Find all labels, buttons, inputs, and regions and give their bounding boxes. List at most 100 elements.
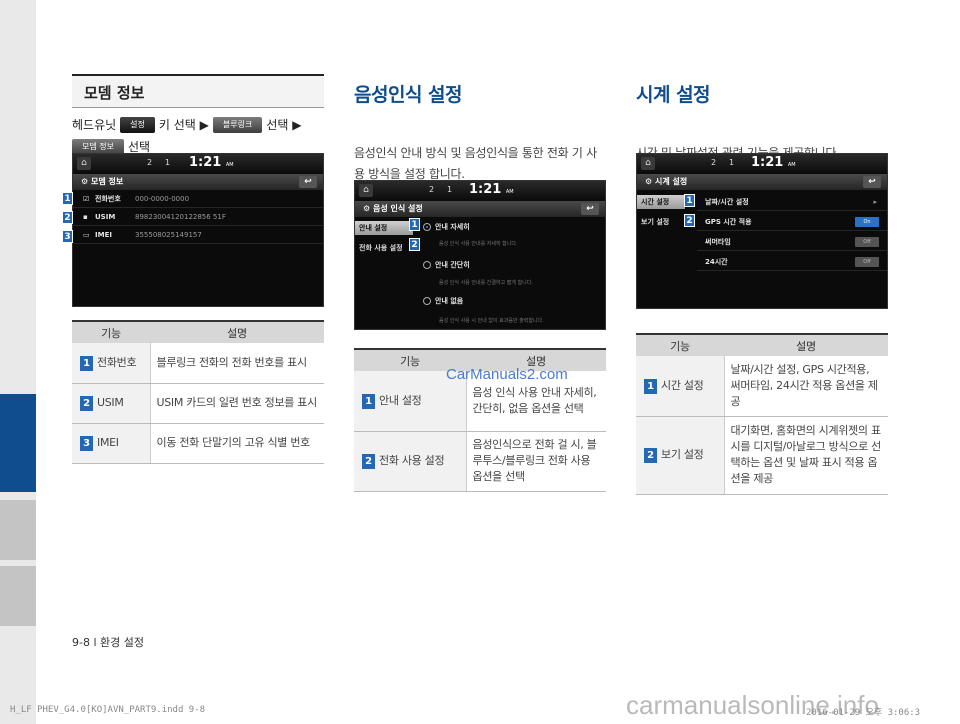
clock-time-value: 1:21 xyxy=(189,155,222,170)
modem-row-phone: ☑ 전화번호 000-0000-0000 xyxy=(73,191,323,208)
callout-badge-1: 1 xyxy=(409,218,420,231)
table-row: 3 IMEI 이동 전화 단말기의 고유 식별 번호 xyxy=(72,423,324,464)
table-header-row: 기능 설명 xyxy=(72,320,324,343)
screen-header-title: 모뎀 정보 xyxy=(90,177,124,186)
gear-icon: ⚙ xyxy=(363,204,371,213)
item-label: 써머타임 xyxy=(705,238,731,246)
screen-statusbar: ⌂ 2 1 1:21 AM xyxy=(355,181,605,201)
tab-guide-settings[interactable]: 안내 설정 xyxy=(355,221,413,235)
callout-badge-1: 1 xyxy=(684,194,695,207)
tab-time-settings[interactable]: 시간 설정 xyxy=(637,195,685,209)
home-icon[interactable]: ⌂ xyxy=(359,184,373,197)
option-none-sub: 음성 인식 사용 시 안내 없이 효과음만 출력합니다. xyxy=(439,318,544,324)
file-meta: H_LF PHEV_G4.0[KO]AVN_PART9.indd 9-8 xyxy=(10,705,206,715)
clock-am: AM xyxy=(225,162,234,168)
tab-phone-settings[interactable]: 전화 사용 설정 xyxy=(355,241,413,255)
clock-time-value: 1:21 xyxy=(469,182,502,197)
file-date: 2016-01-29 오후 3:06:3 xyxy=(806,708,921,718)
callout-badge-2: 2 xyxy=(684,214,695,227)
page-number: 9-8 l 환경 설정 xyxy=(72,636,144,649)
gps-toggle[interactable]: On xyxy=(855,217,879,227)
modem-table: 기능 설명 1 전화번호 블루링크 전화의 전화 번호를 표시 2 USIM USI… xyxy=(72,320,324,464)
option-simple: 안내 간단히 xyxy=(435,261,470,269)
table-row: 2 USIM USIM 카드의 일련 번호 정보를 표시 xyxy=(72,383,324,424)
table-row: 2 전화 사용 설정 음성인식으로 전화 걸 시, 블루투스/블루링크 전화 사용… xyxy=(354,431,606,492)
phone-icon: ☑ xyxy=(83,195,90,203)
row-desc: 블루링크 전화의 전화 번호를 표시 xyxy=(150,343,324,384)
option-detailed: 안내 자세히 xyxy=(435,223,470,231)
row-desc: 날짜/시간 설정, GPS 시간적용, 써머타임, 24시간 적용 옵션을 제공 xyxy=(724,356,888,417)
clock-item-datetime[interactable]: 날짜/시간 설정 ▸ xyxy=(697,194,887,211)
tab-view-settings[interactable]: 보기 설정 xyxy=(637,215,685,229)
modem-row-value: 89823004120122856 51F xyxy=(135,213,226,221)
modem-path: 헤드유닛 설정 키 선택 ▶ 블루링크 선택 ▶ xyxy=(72,114,324,136)
modem-screen: ⌂ 2 1 1:21 AM ⚙ 모뎀 정보 ↩ ☑ 전화번호 000-0000-… xyxy=(72,153,324,307)
clock-item-summertime[interactable]: 써머타임 Off xyxy=(697,234,887,251)
clock-title: 시계 설정 xyxy=(636,84,711,106)
screen-header-title: 음성 인식 설정 xyxy=(372,204,423,213)
clock-item-gps[interactable]: GPS 시간 적용 On xyxy=(697,214,887,231)
screen-header: ⚙ 음성 인식 설정 ↩ xyxy=(355,201,605,217)
table-row: 1 시간 설정 날짜/시간 설정, GPS 시간적용, 써머타임, 24시간 적용… xyxy=(636,356,888,417)
table-key-cell: 2 USIM xyxy=(72,383,151,424)
screen-header: ⚙ 모뎀 정보 ↩ xyxy=(73,174,323,190)
item-label: GPS 시간 적용 xyxy=(705,218,752,226)
row-badge: 1 xyxy=(362,393,375,409)
clock-item-24h[interactable]: 24시간 Off xyxy=(697,254,887,271)
settings-key-chip: 설정 xyxy=(120,117,155,133)
callout-badge-2: 2 xyxy=(62,211,73,224)
back-button[interactable]: ↩ xyxy=(863,176,881,188)
screen-header-title: 시계 설정 xyxy=(654,177,688,186)
path-select: 선택 ▶ xyxy=(266,118,302,132)
row-desc: 음성인식으로 전화 걸 시, 블루투스/블루링크 전화 사용 옵션을 선택 xyxy=(466,431,606,492)
row-key: 보기 설정 xyxy=(661,448,704,461)
option-none: 안내 없음 xyxy=(435,297,464,305)
back-button[interactable]: ↩ xyxy=(299,176,317,188)
summertime-toggle[interactable]: Off xyxy=(855,237,879,247)
modem-row-imei: ▭ IMEI 355508025149157 xyxy=(73,227,323,244)
row-badge: 2 xyxy=(644,448,657,463)
usim-icon: ▪ xyxy=(83,213,88,221)
modem-title: 모뎀 정보 xyxy=(72,74,324,108)
clock-time: 1:21 AM xyxy=(751,155,796,170)
modem-row-label: 전화번호 xyxy=(95,195,121,203)
item-label: 24시간 xyxy=(705,258,728,266)
home-icon[interactable]: ⌂ xyxy=(77,157,91,170)
radio-simple[interactable] xyxy=(423,261,431,269)
modem-section: 모뎀 정보 헤드유닛 설정 키 선택 ▶ 블루링크 선택 ▶ 모뎀 정보 선택 xyxy=(72,74,324,158)
device-icon: ▭ xyxy=(83,231,90,239)
home-icon[interactable]: ⌂ xyxy=(641,157,655,170)
row-key: 전화번호 xyxy=(97,355,137,369)
row-badge: 1 xyxy=(644,378,657,394)
clock-screen: ⌂ 2 1 1:21 AM ⚙ 시계 설정 ↩ 시간 설정 보기 설정 날짜/시… xyxy=(636,153,888,309)
gear-icon: ⚙ xyxy=(81,177,89,186)
row-key: 안내 설정 xyxy=(379,393,422,407)
clock-time-value: 1:21 xyxy=(751,155,784,170)
callout-badge-3: 3 xyxy=(62,230,73,243)
modem-row-label: IMEI xyxy=(95,231,112,239)
voice-title: 음성인식 설정 xyxy=(354,84,463,106)
row-key: IMEI xyxy=(97,436,119,449)
chapter-tab-next2 xyxy=(0,566,36,626)
watermark-center: CarManuals2.com xyxy=(446,366,568,383)
modem-row-label: USIM xyxy=(95,213,116,221)
path-prefix: 헤드유닛 xyxy=(72,118,117,132)
callout-badge-1: 1 xyxy=(62,192,73,205)
clock-am: AM xyxy=(787,162,796,168)
radio-none[interactable] xyxy=(423,297,431,305)
row-badge: 2 xyxy=(362,454,375,469)
24h-toggle[interactable]: Off xyxy=(855,257,879,267)
sub-indicator: 1 xyxy=(165,158,171,167)
radio-detailed[interactable] xyxy=(423,223,431,231)
table-header: 기능 xyxy=(72,320,150,343)
voice-screen: ⌂ 2 1 1:21 AM ⚙ 음성 인식 설정 ↩ 안내 설정 전화 사용 설… xyxy=(354,180,606,330)
option-detailed-sub: 음성 인식 사용 안내를 자세히 합니다. xyxy=(439,241,518,247)
back-button[interactable]: ↩ xyxy=(581,203,599,215)
modem-row-usim: ▪ USIM 89823004120122856 51F xyxy=(73,209,323,226)
modem-row-value: 000-0000-0000 xyxy=(135,195,190,203)
clock-table: 기능 설명 1 시간 설정 날짜/시간 설정, GPS 시간적용, 써머타임, 2… xyxy=(636,333,888,495)
row-desc: 대기화면, 홈화면의 시계위젯의 표시를 디지털/아날로그 방식으로 선택하는 … xyxy=(724,416,888,495)
row-desc: USIM 카드의 일련 번호 정보를 표시 xyxy=(150,383,324,424)
bluelink-chip: 블루링크 xyxy=(212,117,263,133)
voice-body: 음성인식 안내 방식 및 음성인식을 통한 전화 기 사용 방식을 설정 합니다… xyxy=(354,146,597,181)
